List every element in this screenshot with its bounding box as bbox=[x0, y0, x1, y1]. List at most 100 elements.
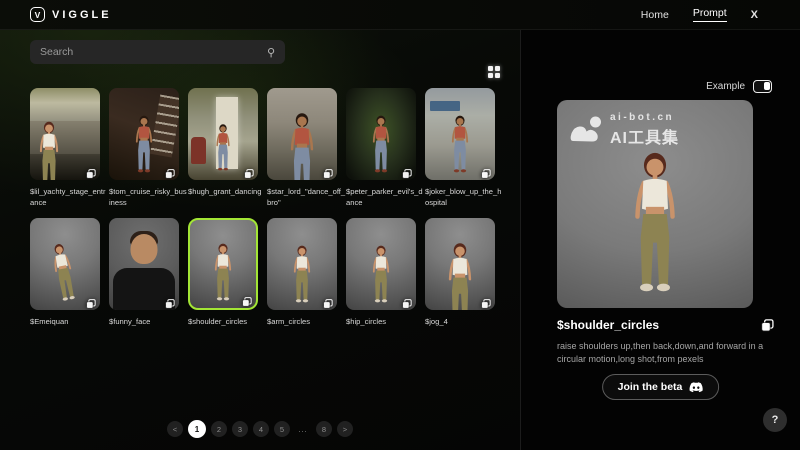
watermark-text: ai-bot.cn AI工具集 bbox=[610, 112, 679, 148]
thumbnail-label: $arm_circles bbox=[267, 316, 346, 327]
person-figure-large bbox=[616, 149, 694, 299]
thumbnail-label: $Emeiquan bbox=[30, 316, 109, 327]
copy-icon[interactable] bbox=[323, 296, 333, 306]
person-figure bbox=[207, 242, 239, 303]
copy-icon[interactable] bbox=[86, 296, 96, 306]
thumbnail-label: $shoulder_circles bbox=[188, 316, 267, 327]
thumbnail-label: $lil_yachty_stage_entrance bbox=[30, 186, 109, 208]
join-beta-label: Join the beta bbox=[618, 381, 683, 393]
copy-icon[interactable] bbox=[86, 166, 96, 176]
chair-scene bbox=[191, 137, 206, 164]
viggle-logo-icon: V bbox=[30, 7, 45, 22]
copy-icon[interactable] bbox=[402, 296, 412, 306]
example-preview[interactable]: ai-bot.cn AI工具集 bbox=[557, 100, 753, 308]
watermark-line1: ai-bot.cn bbox=[610, 112, 679, 123]
list-item: $arm_circles bbox=[267, 218, 337, 327]
thumbnail-hip-circles[interactable] bbox=[346, 218, 416, 310]
thumbnail-jog-4[interactable] bbox=[425, 218, 495, 310]
search-input[interactable] bbox=[40, 46, 261, 58]
search-icon[interactable]: ⚲ bbox=[267, 46, 275, 59]
detail-panel: Example ai-bot.cn AI工具集 $shoulder_circle… bbox=[520, 30, 800, 450]
page-2-button[interactable]: 2 bbox=[211, 421, 227, 437]
thumbnail-funny-face[interactable] bbox=[109, 218, 179, 310]
list-item: $Emeiquan bbox=[30, 218, 100, 327]
page-8-button[interactable]: 8 bbox=[316, 421, 332, 437]
thumbnail-label: $funny_face bbox=[109, 316, 188, 327]
nav-prompt[interactable]: Prompt bbox=[693, 7, 727, 22]
page-1-button[interactable]: 1 bbox=[188, 420, 206, 438]
list-item: $lil_yachty_stage_entrance bbox=[30, 88, 100, 208]
thumbnail-label: $tom_cruise_risky_business bbox=[109, 186, 188, 208]
person-figure bbox=[128, 114, 160, 175]
copy-icon[interactable] bbox=[481, 296, 491, 306]
page-next-button[interactable]: > bbox=[337, 421, 353, 437]
thumbnail-label: $star_lord_"dance_off_bro" bbox=[267, 186, 346, 208]
watermark-line2: AI工具集 bbox=[610, 124, 679, 148]
thumbnail-label: $hip_circles bbox=[346, 316, 425, 327]
list-item: $hugh_grant_dancing bbox=[188, 88, 258, 208]
thumbnail-hugh-grant[interactable] bbox=[188, 88, 258, 180]
help-button[interactable]: ? bbox=[763, 408, 787, 432]
person-figure bbox=[365, 244, 397, 305]
example-label: Example bbox=[706, 81, 745, 92]
sign-scene bbox=[430, 101, 460, 111]
list-item: $peter_parker_evil's_dance bbox=[346, 88, 416, 208]
thumbnail-shoulder-circles-selected[interactable] bbox=[188, 218, 258, 310]
ai-bot-logo-icon bbox=[570, 116, 602, 144]
detail-title: $shoulder_circles bbox=[557, 318, 659, 332]
nav-home[interactable]: Home bbox=[641, 9, 669, 21]
list-item: $joker_blow_up_the_hospital bbox=[425, 88, 495, 208]
copy-icon[interactable] bbox=[242, 294, 252, 304]
detail-title-row: $shoulder_circles bbox=[557, 318, 774, 332]
list-item: $hip_circles bbox=[346, 218, 416, 327]
pagination: < 1 2 3 4 5 ... 8 > bbox=[0, 420, 520, 438]
top-navbar: V VIGGLE Home Prompt X bbox=[0, 0, 800, 30]
thumbnail-label: $peter_parker_evil's_dance bbox=[346, 186, 425, 208]
list-item: $star_lord_"dance_off_bro" bbox=[267, 88, 337, 208]
nav-links: Home Prompt X bbox=[641, 7, 758, 22]
nav-x-twitter[interactable]: X bbox=[751, 9, 758, 21]
discord-icon bbox=[689, 382, 703, 393]
page-prev-button[interactable]: < bbox=[167, 421, 183, 437]
gallery-row-2: $Emeiquan $funny_face $shoulder_circles bbox=[30, 218, 495, 327]
list-item: $shoulder_circles bbox=[188, 218, 258, 327]
join-beta-button[interactable]: Join the beta bbox=[602, 374, 720, 400]
thumbnail-peter-parker[interactable] bbox=[346, 88, 416, 180]
thumbnail-label: $jog_4 bbox=[425, 316, 504, 327]
person-figure bbox=[438, 241, 482, 310]
example-toggle[interactable] bbox=[753, 80, 772, 93]
person-figure bbox=[444, 114, 476, 175]
page-5-button[interactable]: 5 bbox=[274, 421, 290, 437]
thumbnail-label: $hugh_grant_dancing bbox=[188, 186, 267, 197]
example-toggle-row: Example bbox=[706, 80, 772, 93]
copy-icon[interactable] bbox=[165, 166, 175, 176]
person-figure bbox=[286, 244, 318, 305]
grid-view-icon[interactable] bbox=[488, 66, 501, 79]
list-item: $funny_face bbox=[109, 218, 179, 327]
copy-icon[interactable] bbox=[761, 319, 774, 332]
thumbnail-emeiquan[interactable] bbox=[30, 218, 100, 310]
copy-icon[interactable] bbox=[244, 166, 254, 176]
brand-name: VIGGLE bbox=[52, 9, 112, 21]
copy-icon[interactable] bbox=[165, 296, 175, 306]
thumbnail-lil-yachty[interactable] bbox=[30, 88, 100, 180]
list-item: $jog_4 bbox=[425, 218, 495, 327]
copy-icon[interactable] bbox=[481, 166, 491, 176]
detail-description: raise shoulders up,then back,down,and fo… bbox=[557, 340, 775, 366]
page-4-button[interactable]: 4 bbox=[253, 421, 269, 437]
thumbnail-arm-circles[interactable] bbox=[267, 218, 337, 310]
page-3-button[interactable]: 3 bbox=[232, 421, 248, 437]
thumbnail-star-lord[interactable] bbox=[267, 88, 337, 180]
search-bar[interactable]: ⚲ bbox=[30, 40, 285, 64]
page-ellipsis: ... bbox=[295, 421, 311, 437]
person-figure bbox=[280, 111, 324, 180]
viggle-logo[interactable]: V VIGGLE bbox=[30, 7, 112, 22]
thumbnail-tom-cruise[interactable] bbox=[109, 88, 179, 180]
copy-icon[interactable] bbox=[323, 166, 333, 176]
person-face bbox=[131, 234, 158, 264]
person-figure bbox=[42, 239, 85, 305]
thumbnail-joker[interactable] bbox=[425, 88, 495, 180]
gallery-row-1: $lil_yachty_stage_entrance $tom_cruise_r… bbox=[30, 88, 495, 208]
toggle-knob bbox=[764, 82, 771, 90]
copy-icon[interactable] bbox=[402, 166, 412, 176]
